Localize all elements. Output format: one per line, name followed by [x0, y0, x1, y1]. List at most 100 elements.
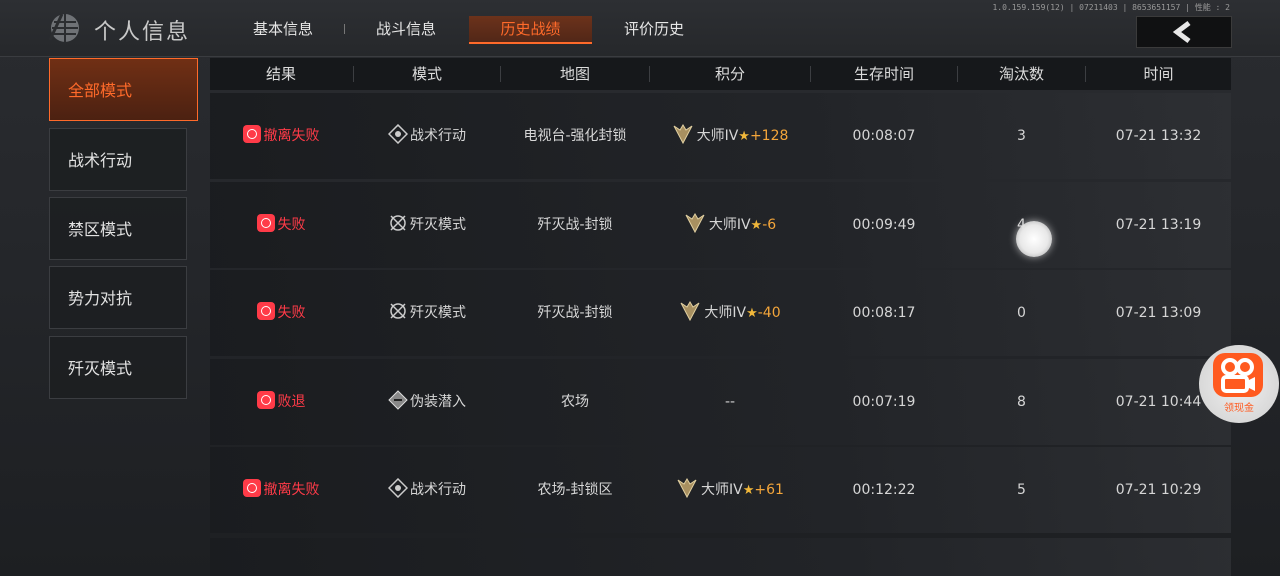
map-text: 电视台-强化封锁: [523, 128, 627, 144]
score-delta: +128: [749, 128, 789, 144]
table-row[interactable]: 失败 歼灭模式 歼灭战-封锁 大师IV★-6 00:09:49 4 07-21 …: [210, 182, 1231, 268]
rank-text: 大师IV: [696, 128, 739, 144]
survival-time-text: 00:08:17: [852, 305, 916, 321]
table-header: 结果 模式 地图 积分 生存时间 淘汰数 时间: [210, 58, 1231, 90]
fail-icon: [242, 479, 261, 497]
globe-logo-icon: [48, 13, 79, 42]
sidebar-item-all-modes[interactable]: 全部模式: [49, 58, 198, 121]
tab-review-history[interactable]: 评价历史: [611, 16, 697, 42]
map-text: 歼灭战-封锁: [537, 217, 613, 233]
mode-text: 歼灭模式: [410, 217, 466, 233]
sidebar-item-tactical[interactable]: 战术行动: [49, 128, 187, 191]
fail-icon: [256, 214, 275, 232]
master-rank-icon: [673, 124, 693, 145]
score-cell: 大师IV★+61: [650, 447, 810, 533]
column-header-map: 地图: [559, 65, 590, 83]
match-time-text: 07-21 13:32: [1115, 128, 1202, 144]
result-cell: 败退: [210, 359, 352, 445]
tab-combat-info[interactable]: 战斗信息: [363, 16, 449, 42]
tactical-mode-icon: [388, 124, 408, 144]
tab-divider: [344, 24, 345, 34]
master-rank-icon: [677, 478, 697, 499]
master-rank-icon: [680, 301, 700, 322]
cash-reward-label: 领现金: [1224, 403, 1254, 414]
result-text: 失败: [277, 217, 306, 233]
mode-text: 战术行动: [410, 128, 466, 144]
chevron-left-icon: [1172, 21, 1191, 43]
table-row-partial: [210, 538, 1231, 576]
star-icon: ★: [742, 483, 755, 498]
rank-text: 大师IV: [701, 482, 743, 498]
star-icon: ★: [738, 129, 750, 144]
column-header-survival-time: 生存时间: [853, 65, 914, 83]
survival-time-text: 00:12:22: [852, 482, 916, 498]
rank-text: 大师IV: [704, 305, 747, 321]
tactical-mode-icon: [388, 478, 408, 498]
kills-text: 0: [1017, 305, 1026, 321]
master-rank-icon: [685, 213, 705, 234]
fail-icon: [256, 391, 275, 409]
fail-icon: [242, 125, 261, 143]
map-text: 农场: [561, 394, 589, 410]
mode-cell: 伪装潜入: [354, 359, 500, 445]
score-cell: 大师IV★-40: [650, 270, 810, 356]
table-row[interactable]: 撤离失败 战术行动 电视台-强化封锁 大师IV★+128 00:08:07 3 …: [210, 93, 1231, 179]
mode-text: 战术行动: [410, 482, 466, 498]
fail-icon: [256, 302, 275, 320]
infiltration-mode-icon: [388, 390, 408, 410]
score-cell: 大师IV★+128: [650, 93, 810, 179]
score-delta: -6: [762, 217, 777, 233]
mode-cell: 战术行动: [354, 447, 500, 533]
sidebar-item-faction[interactable]: 势力对抗: [49, 266, 187, 329]
column-header-result: 结果: [265, 65, 296, 83]
mode-cell: 战术行动: [354, 93, 500, 179]
touch-indicator: [1016, 221, 1052, 257]
sidebar-item-restricted[interactable]: 禁区模式: [49, 197, 187, 260]
column-header-score: 积分: [714, 65, 745, 83]
score-cell: 大师IV★-6: [650, 182, 810, 268]
column-header-kills: 淘汰数: [998, 65, 1044, 83]
back-button[interactable]: [1136, 16, 1232, 48]
table-row[interactable]: 撤离失败 战术行动 农场-封锁区 大师IV★+61 00:12:22 5 07-…: [210, 447, 1231, 533]
match-time-text: 07-21 13:19: [1115, 217, 1202, 233]
mode-cell: 歼灭模式: [354, 270, 500, 356]
score-text: --: [724, 394, 736, 410]
result-cell: 失败: [210, 270, 352, 356]
kills-text: 5: [1017, 482, 1026, 498]
sidebar-item-annihilation[interactable]: 歼灭模式: [49, 336, 187, 399]
match-time-text: 07-21 13:09: [1115, 305, 1202, 321]
mode-text: 伪装潜入: [410, 394, 466, 410]
column-header-time: 时间: [1143, 65, 1174, 83]
cash-reward-floating-button[interactable]: 领现金: [1199, 345, 1279, 423]
map-text: 歼灭战-封锁: [537, 305, 613, 321]
annihilation-mode-icon: [390, 303, 406, 319]
result-text: 失败: [277, 305, 306, 321]
column-header-mode: 模式: [411, 65, 442, 83]
map-text: 农场-封锁区: [537, 482, 613, 498]
result-text: 败退: [277, 394, 306, 410]
score-delta: -40: [757, 305, 781, 321]
tab-match-history[interactable]: 历史战绩: [469, 16, 592, 44]
page-title: 个人信息: [94, 20, 191, 45]
survival-time-text: 00:09:49: [852, 217, 916, 233]
top-bar: 个人信息 基本信息 战斗信息 历史战绩 评价历史 1.0.159.159(12)…: [0, 0, 1280, 57]
result-cell: 撤离失败: [210, 447, 352, 533]
mode-cell: 歼灭模式: [354, 182, 500, 268]
annihilation-mode-icon: [390, 215, 406, 231]
match-time-text: 07-21 10:29: [1115, 482, 1202, 498]
table-row[interactable]: 败退 伪装潜入 农场 -- 00:07:19 8 07-21 10:44: [210, 359, 1231, 445]
result-text: 撤离失败: [263, 128, 320, 144]
star-icon: ★: [746, 306, 758, 321]
star-icon: ★: [750, 218, 763, 233]
result-cell: 撤离失败: [210, 93, 352, 179]
tab-basic-info[interactable]: 基本信息: [240, 16, 326, 42]
kills-text: 8: [1017, 394, 1026, 410]
result-text: 撤离失败: [263, 482, 320, 498]
table-row[interactable]: 失败 歼灭模式 歼灭战-封锁 大师IV★-40 00:08:17 0 07-21…: [210, 270, 1231, 356]
kills-text: 3: [1017, 128, 1026, 144]
score-delta: +61: [754, 482, 784, 498]
survival-time-text: 00:07:19: [852, 394, 916, 410]
build-info-text: 1.0.159.159(12) | 07211403 | 8653651157 …: [992, 3, 1230, 12]
survival-time-text: 00:08:07: [852, 128, 916, 144]
result-cell: 失败: [210, 182, 352, 268]
